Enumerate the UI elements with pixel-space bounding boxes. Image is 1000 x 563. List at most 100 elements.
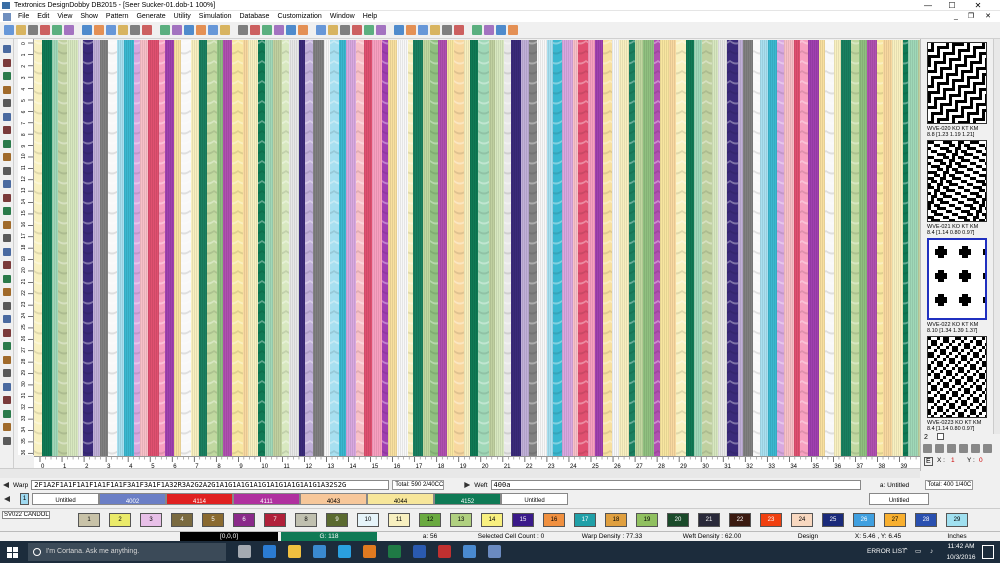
warp-strip-cell[interactable]: 4152	[434, 493, 501, 505]
menu-pattern[interactable]: Pattern	[102, 13, 133, 20]
bucket-tool-icon[interactable]	[3, 99, 11, 107]
hand-tool-icon[interactable]	[3, 234, 11, 242]
palette-swatch[interactable]: 17	[574, 513, 596, 527]
circle-icon[interactable]	[196, 25, 206, 35]
weave-paste-icon[interactable]	[959, 444, 968, 453]
zoom-out-icon[interactable]	[130, 25, 140, 35]
doc-restore-button[interactable]: ❐	[965, 11, 977, 22]
menu-window[interactable]: Window	[326, 13, 359, 20]
grid-tool-icon[interactable]	[3, 423, 11, 431]
palette-swatch[interactable]: 15	[512, 513, 534, 527]
weave-thumbnail[interactable]	[927, 42, 987, 124]
save-icon[interactable]	[28, 25, 38, 35]
palette-swatch[interactable]: 11	[388, 513, 410, 527]
weave-zoom-icon[interactable]	[923, 444, 932, 453]
menu-generate[interactable]: Generate	[132, 13, 169, 20]
palette-swatch[interactable]: 1	[78, 513, 100, 527]
fill-tool-icon[interactable]	[3, 342, 11, 350]
pointer-tool-icon[interactable]	[3, 45, 11, 53]
new-icon[interactable]	[4, 25, 14, 35]
weave-copy-icon[interactable]	[947, 444, 956, 453]
redo-icon[interactable]	[106, 25, 116, 35]
weave-pan-icon[interactable]	[935, 444, 944, 453]
palette-swatch[interactable]: 20	[667, 513, 689, 527]
repeat-icon[interactable]	[274, 25, 284, 35]
scroll-left-icon[interactable]	[3, 482, 9, 488]
error-list-label[interactable]: ERROR LIST	[867, 541, 906, 563]
text-tool-icon[interactable]	[3, 193, 11, 202]
file-explorer-icon[interactable]	[288, 545, 301, 558]
wand-tool-icon[interactable]	[3, 382, 11, 391]
rotate-tool-icon[interactable]	[3, 247, 11, 256]
weft-sequence-input[interactable]: 400a	[490, 480, 861, 490]
help-icon[interactable]	[364, 25, 374, 35]
curve-tool-icon[interactable]	[3, 139, 11, 148]
weave-thumbnail-selected[interactable]	[927, 238, 987, 320]
warp-strip-cell[interactable]: Untitled	[501, 493, 568, 505]
volume-icon[interactable]: ♪	[930, 541, 933, 563]
close-button[interactable]: ✕	[966, 0, 990, 11]
weave-panel-scrollbar[interactable]	[993, 39, 1000, 434]
designdobby-icon[interactable]	[488, 545, 501, 558]
warp-strip-cell[interactable]: 4043	[300, 493, 367, 505]
weave-icon[interactable]	[298, 25, 308, 35]
colorway-icon[interactable]	[286, 25, 296, 35]
palette-swatch[interactable]: 27	[884, 513, 906, 527]
network-icon[interactable]: ▭	[915, 541, 921, 563]
fill-icon[interactable]	[160, 25, 170, 35]
palette-swatch[interactable]: 4	[171, 513, 193, 527]
clone-tool-icon[interactable]	[3, 301, 11, 310]
palette-swatch[interactable]: 29	[946, 513, 968, 527]
weave-rotate-icon[interactable]	[971, 444, 980, 453]
clock[interactable]: 11:42 AM 10/3/2016	[945, 541, 977, 563]
palette-swatch[interactable]: 24	[791, 513, 813, 527]
menu-utility[interactable]: Utility	[170, 13, 195, 20]
maximize-button[interactable]: ☐	[940, 0, 964, 11]
brush-tool-icon[interactable]	[3, 72, 11, 80]
expand-icon[interactable]	[430, 25, 440, 35]
paste-icon[interactable]	[82, 25, 92, 35]
windows-start-icon[interactable]	[7, 547, 18, 558]
palette-name[interactable]: SV022 CANDOLIA	[2, 511, 50, 519]
design-canvas[interactable]	[34, 40, 920, 456]
cut-icon[interactable]	[52, 25, 62, 35]
picker-tool-icon[interactable]	[3, 207, 11, 215]
arrow-up-icon[interactable]	[406, 25, 416, 35]
line-tool-icon[interactable]	[3, 126, 11, 134]
mirror-icon[interactable]	[262, 25, 272, 35]
strip-index[interactable]: 1	[20, 493, 29, 505]
palette-swatch[interactable]: 10	[357, 513, 379, 527]
edge-icon[interactable]	[263, 545, 276, 558]
select-icon[interactable]	[220, 25, 230, 35]
palette-swatch[interactable]: 6	[233, 513, 255, 527]
photos-icon[interactable]	[463, 545, 476, 558]
copy-tool-icon[interactable]	[3, 274, 11, 283]
undo-icon[interactable]	[94, 25, 104, 35]
palette-swatch[interactable]: 26	[853, 513, 875, 527]
swap-icon[interactable]	[484, 25, 494, 35]
doc-close-button[interactable]: ✕	[982, 11, 994, 22]
weave-thumbnail[interactable]	[927, 140, 987, 222]
skype-icon[interactable]	[338, 545, 351, 558]
zoom-in-icon[interactable]	[118, 25, 128, 35]
notifications-icon[interactable]	[982, 545, 994, 559]
rotate-icon[interactable]	[250, 25, 260, 35]
menu-file[interactable]: File	[14, 13, 33, 20]
excel-icon[interactable]	[388, 545, 401, 558]
lock-icon[interactable]	[340, 25, 350, 35]
menu-database[interactable]: Database	[235, 13, 273, 20]
warp-strip-cell[interactable]: 4002	[99, 493, 166, 505]
move-tool-icon[interactable]	[3, 288, 11, 296]
palette-swatch[interactable]: 19	[636, 513, 658, 527]
menu-help[interactable]: Help	[359, 13, 381, 20]
knife-tool-icon[interactable]	[3, 396, 11, 404]
reduce-icon[interactable]	[442, 25, 452, 35]
task-view-icon[interactable]	[238, 545, 251, 558]
firefox-icon[interactable]	[363, 545, 376, 558]
open-icon[interactable]	[16, 25, 26, 35]
delete-icon[interactable]	[472, 25, 482, 35]
weave-thumbnail[interactable]	[927, 336, 987, 418]
line-icon[interactable]	[172, 25, 182, 35]
palette-swatch[interactable]: 14	[481, 513, 503, 527]
menu-edit[interactable]: Edit	[33, 13, 53, 20]
